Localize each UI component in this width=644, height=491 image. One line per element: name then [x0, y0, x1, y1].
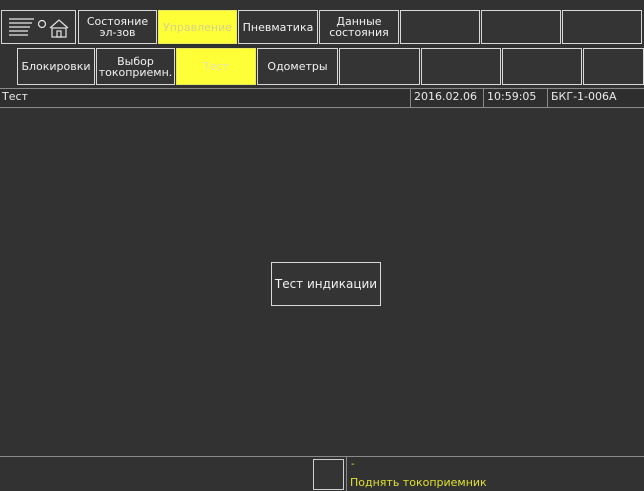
subtab-odometers[interactable]: Одометры	[257, 48, 338, 85]
status-time: 10:59:05	[483, 88, 547, 108]
indication-test-label: Тест индикации	[274, 276, 378, 291]
tab-state-data[interactable]: Данные состояния	[319, 10, 399, 44]
top-empty-button-1[interactable]	[400, 10, 480, 44]
home-menu-icon	[8, 18, 68, 38]
status-unit-id: БКГ-1-006А	[547, 88, 644, 108]
status-date: 2016.02.06	[410, 88, 483, 108]
tab-elements-state-line2: эл-зов	[99, 26, 136, 39]
sub-empty-button-3[interactable]	[502, 48, 582, 85]
subtab-pantograph-line2: токоприемн.	[98, 65, 173, 79]
subtab-test-label: Тест	[203, 60, 229, 73]
sub-empty-button-2[interactable]	[421, 48, 501, 85]
subtab-locks-label: Блокировки	[21, 60, 91, 73]
screen-title: Тест	[2, 90, 28, 103]
footer-message: Поднять токоприемник	[350, 476, 487, 489]
subtab-pantograph-select[interactable]: Выбор токоприемн.	[96, 48, 175, 85]
indication-test-button[interactable]: Тест индикации	[271, 262, 381, 306]
footer-indicator-box	[313, 459, 344, 490]
sub-empty-button-4[interactable]	[583, 48, 644, 85]
subtab-pantograph-line1: Выбор	[117, 54, 154, 68]
tab-control-label: Управление	[162, 20, 232, 34]
footer-divider	[346, 456, 347, 491]
tab-pneumatics-label: Пневматика	[242, 20, 314, 34]
subtab-test[interactable]: Тест	[176, 48, 256, 85]
menu-home-button[interactable]	[1, 10, 76, 44]
subtab-odometers-label: Одометры	[267, 60, 328, 73]
tab-state-data-line2: состояния	[329, 26, 389, 39]
top-empty-button-3[interactable]	[562, 10, 642, 44]
top-empty-button-2[interactable]	[481, 10, 561, 44]
tab-control[interactable]: Управление	[158, 10, 237, 44]
sub-empty-button-1[interactable]	[339, 48, 420, 85]
footer-dash: -	[351, 459, 355, 470]
tab-pneumatics[interactable]: Пневматика	[238, 10, 318, 44]
subtab-locks[interactable]: Блокировки	[17, 48, 95, 85]
tab-elements-state[interactable]: Состояние эл-зов	[78, 10, 157, 44]
